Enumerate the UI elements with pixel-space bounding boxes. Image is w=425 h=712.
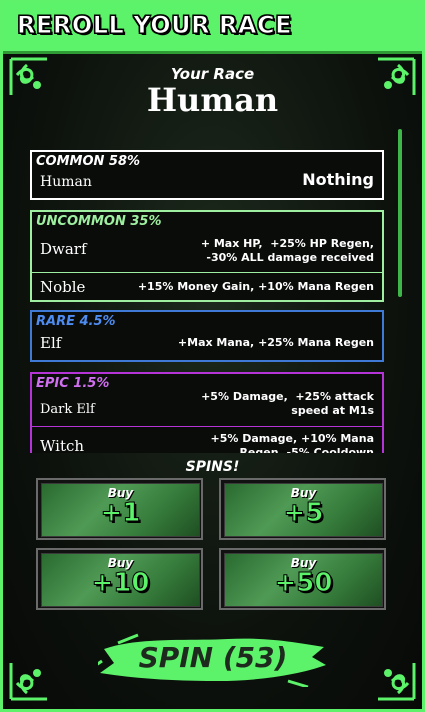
spin-amount: +10 xyxy=(91,568,150,599)
race-row: Elf +Max Mana, +25% Mana Regen xyxy=(32,330,382,360)
race-perks: +5% Damage, +10% Mana Regen, -5% Cooldow… xyxy=(210,432,374,453)
list-scrollbar[interactable] xyxy=(398,129,402,297)
race-name: Dark Elf xyxy=(40,402,95,417)
spin-amount: +50 xyxy=(274,568,333,599)
tier-common: COMMON 58% Human Nothing xyxy=(30,150,384,200)
race-name: Dwarf xyxy=(40,240,87,258)
tier-uncommon: UNCOMMON 35% Dwarf + Max HP, +25% HP Reg… xyxy=(30,210,384,302)
buy-1-spin-button[interactable]: Buy +1 xyxy=(36,478,203,540)
race-row: Human Nothing xyxy=(32,170,382,200)
race-name: Witch xyxy=(40,437,85,453)
spin-label: SPIN (53) xyxy=(138,641,288,674)
race-name: Human xyxy=(40,174,92,190)
race-perks: +15% Money Gain, +10% Mana Regen xyxy=(137,280,374,293)
race-name: Noble xyxy=(40,278,86,296)
race-perks: Nothing xyxy=(302,170,374,189)
tier-heading: RARE 4.5% xyxy=(36,314,116,329)
race-row: Noble +15% Money Gain, +10% Mana Regen xyxy=(32,272,382,302)
reroll-race-panel: REROLL YOUR RACE Your Race Human COMMON … xyxy=(0,0,425,712)
race-odds-list[interactable]: COMMON 58% Human Nothing UNCOMMON 35% Dw… xyxy=(30,128,392,453)
race-row: Dwarf + Max HP, +25% HP Regen, -30% ALL … xyxy=(32,230,382,272)
spin-amount: +5 xyxy=(283,498,324,529)
panel-title: REROLL YOUR RACE xyxy=(16,11,293,40)
race-perks: + Max HP, +25% HP Regen, -30% ALL damage… xyxy=(200,237,374,264)
tier-heading: COMMON 58% xyxy=(36,154,141,169)
title-bar: REROLL YOUR RACE xyxy=(3,3,422,54)
race-name: Elf xyxy=(40,334,62,352)
spin-button[interactable]: SPIN (53) xyxy=(98,631,328,687)
buy-5-spins-button[interactable]: Buy +5 xyxy=(219,478,386,540)
spins-heading: SPINS! xyxy=(185,459,240,475)
buy-10-spins-button[interactable]: Buy +10 xyxy=(36,548,203,610)
flourish-icon xyxy=(378,663,416,701)
tier-epic: EPIC 1.5% Dark Elf +5% Damage, +25% atta… xyxy=(30,372,384,453)
tier-heading: UNCOMMON 35% xyxy=(36,214,162,229)
current-race-name: Human xyxy=(146,81,279,119)
race-perks: +Max Mana, +25% Mana Regen xyxy=(177,336,374,349)
tier-rare: RARE 4.5% Elf +Max Mana, +25% Mana Regen xyxy=(30,310,384,362)
race-row: Dark Elf +5% Damage, +25% attack speed a… xyxy=(32,390,382,426)
race-perks: +5% Damage, +25% attack speed at M1s xyxy=(201,390,374,417)
buy-50-spins-button[interactable]: Buy +50 xyxy=(219,548,386,610)
race-row: Witch +5% Damage, +10% Mana Regen, -5% C… xyxy=(32,426,382,453)
flourish-icon xyxy=(9,663,47,701)
spin-amount: +1 xyxy=(100,498,141,529)
